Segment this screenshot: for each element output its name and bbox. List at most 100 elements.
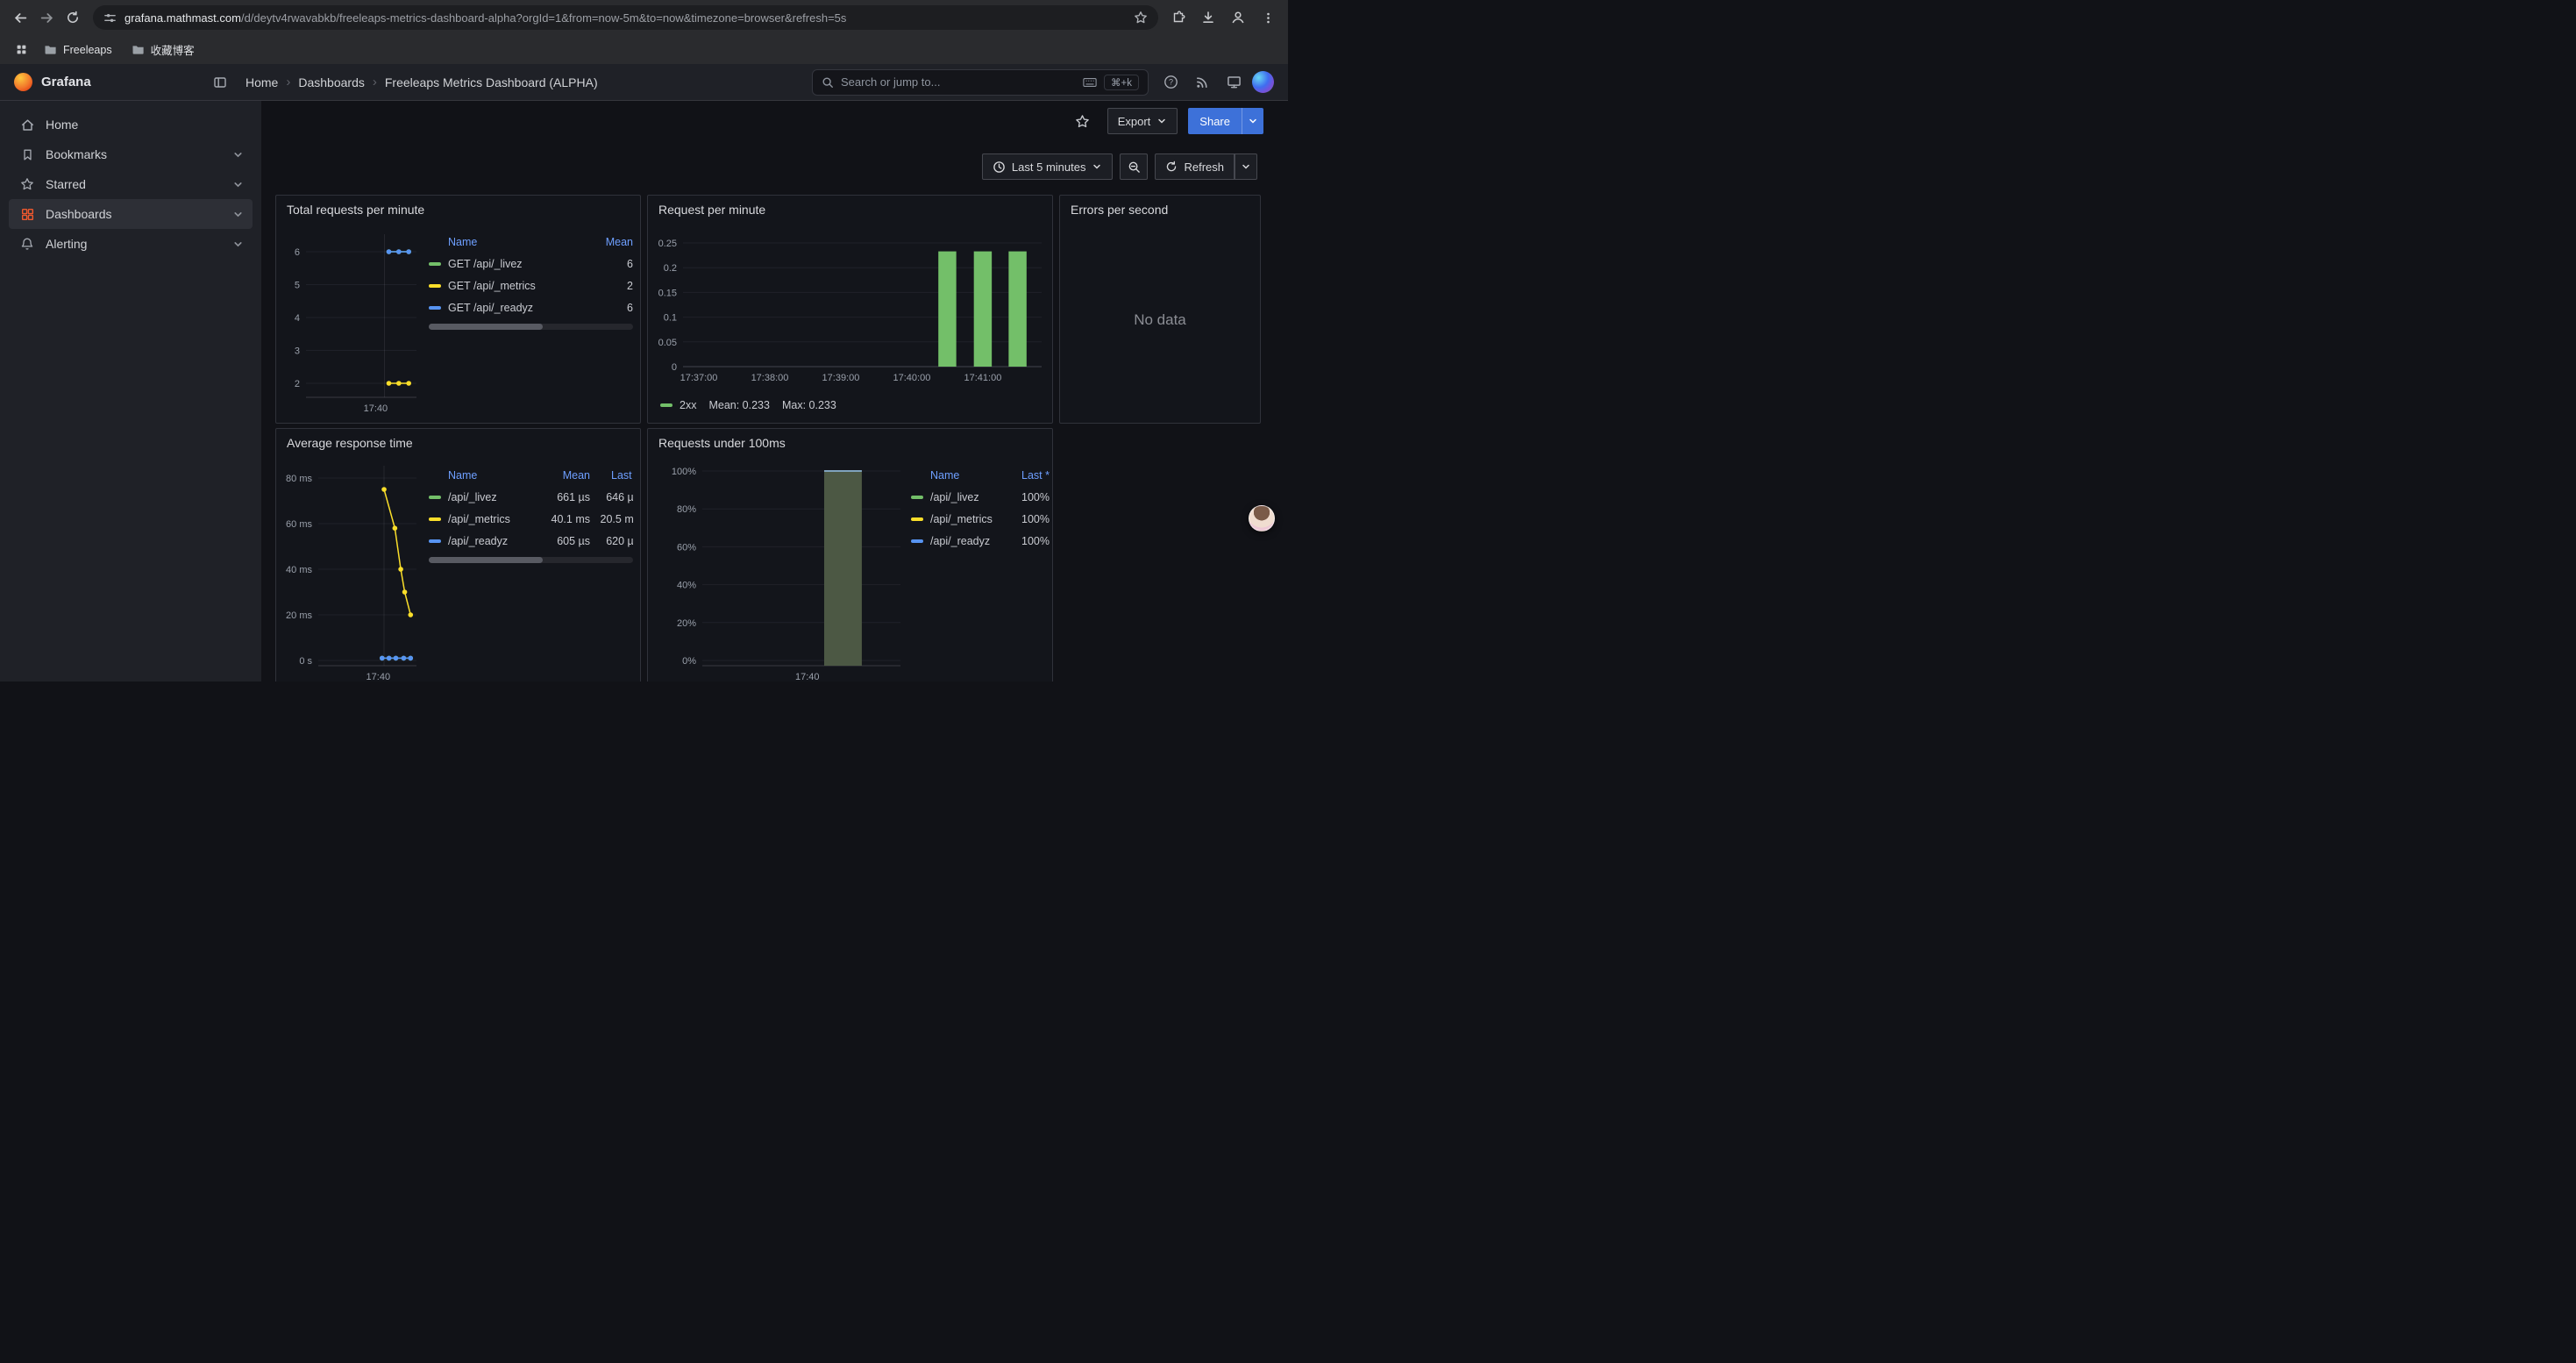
panel-title[interactable]: Total requests per minute — [276, 196, 640, 224]
reload-button[interactable] — [60, 4, 86, 31]
sidebar-item-bookmarks[interactable]: Bookmarks — [9, 139, 253, 169]
grafana-header: Grafana Home › Dashboards › Freeleaps Me… — [0, 64, 1288, 101]
legend-scrollbar[interactable] — [429, 324, 633, 330]
breadcrumb-current: Freeleaps Metrics Dashboard (ALPHA) — [385, 75, 598, 89]
grafana-logo[interactable] — [14, 73, 32, 91]
screen: grafana.mathmast.com/d/deytv4rwavabkb/fr… — [0, 0, 1288, 682]
sidebar-item-home[interactable]: Home — [9, 110, 253, 139]
svg-text:17:38:00: 17:38:00 — [751, 373, 789, 383]
breadcrumb: Home › Dashboards › Freeleaps Metrics Da… — [246, 75, 598, 89]
monitor-icon[interactable] — [1220, 69, 1247, 96]
panel-total-requests-per-minute: Total requests per minute 6543217:40 Nam… — [275, 195, 641, 424]
address-bar[interactable]: grafana.mathmast.com/d/deytv4rwavabkb/fr… — [93, 5, 1158, 30]
panel-title[interactable]: Request per minute — [648, 196, 1052, 224]
clock-icon — [993, 161, 1006, 174]
svg-text:80 ms: 80 ms — [286, 474, 312, 484]
refresh-label: Refresh — [1184, 161, 1224, 174]
bookmark-folder-freeleaps[interactable]: Freeleaps — [37, 41, 119, 59]
total-requests-chart[interactable]: 6543217:40 — [281, 225, 422, 420]
chevron-down-icon[interactable] — [232, 179, 244, 190]
legend-table[interactable]: NameMeanGET /api/_livez6GET /api/_metric… — [429, 231, 633, 320]
sidebar-collapse-icon[interactable] — [207, 69, 233, 96]
series-mean: Mean: 0.233 — [708, 399, 770, 411]
favorite-star-icon[interactable] — [1069, 108, 1097, 134]
sidebar-item-label: Dashboards — [46, 207, 112, 221]
chevron-down-icon[interactable] — [232, 149, 244, 161]
breadcrumb-dashboards[interactable]: Dashboards — [298, 75, 365, 89]
average-response-time-chart[interactable]: 80 ms60 ms40 ms20 ms0 s17:40 — [281, 459, 422, 682]
bookmark-folder-blogs[interactable]: 收藏博客 — [125, 39, 202, 61]
bell-icon — [19, 237, 35, 251]
url-path: /d/deytv4rwavabkb/freeleaps-metrics-dash… — [241, 11, 846, 25]
browser-toolbar: grafana.mathmast.com/d/deytv4rwavabkb/fr… — [0, 0, 1288, 35]
sidebar-item-label: Bookmarks — [46, 147, 107, 161]
header-icons: ? — [1157, 69, 1274, 96]
legend-table[interactable]: NameLast */api/_livez100%/api/_metrics10… — [911, 464, 1050, 553]
svg-text:20 ms: 20 ms — [286, 610, 312, 621]
panel-title[interactable]: Errors per second — [1060, 196, 1260, 224]
bookmark-star-icon[interactable] — [1134, 11, 1148, 25]
svg-text:40%: 40% — [677, 581, 696, 591]
svg-text:17:40: 17:40 — [795, 672, 820, 682]
export-label: Export — [1118, 115, 1151, 128]
dashboard-content: Export Share Last 5 minu — [261, 101, 1288, 682]
requests-under-100ms-chart[interactable]: 100%80%60%40%20%0%17:40 — [653, 459, 907, 682]
sidebar-item-dashboards[interactable]: Dashboards — [9, 199, 253, 229]
svg-text:80%: 80% — [677, 504, 696, 515]
legend-table[interactable]: NameMeanLast */api/_livez661 µs646 µs/ap… — [429, 464, 633, 553]
share-button[interactable]: Share — [1188, 108, 1242, 134]
user-avatar[interactable] — [1252, 71, 1274, 93]
panel-title[interactable]: Requests under 100ms — [648, 429, 1052, 457]
folder-icon — [132, 44, 145, 55]
extensions-icon[interactable] — [1165, 4, 1192, 31]
forward-button[interactable] — [33, 4, 60, 31]
search-input[interactable] — [841, 75, 1076, 89]
scrollbar-thumb[interactable] — [429, 324, 543, 330]
floating-assistant-avatar[interactable] — [1249, 505, 1275, 532]
help-icon[interactable]: ? — [1157, 69, 1184, 96]
bookmark-folder-label: Freeleaps — [63, 44, 112, 56]
home-icon — [19, 118, 35, 132]
sidebar-item-starred[interactable]: Starred — [9, 169, 253, 199]
chevron-down-icon[interactable] — [232, 239, 244, 250]
folder-icon — [44, 44, 57, 55]
downloads-icon[interactable] — [1195, 4, 1221, 31]
panel-title[interactable]: Average response time — [276, 429, 640, 457]
sidebar-item-alerting[interactable]: Alerting — [9, 229, 253, 259]
sidebar-item-label: Alerting — [46, 237, 87, 251]
series-name[interactable]: 2xx — [680, 399, 696, 411]
svg-text:17:40: 17:40 — [366, 672, 391, 682]
no-data-message: No data — [1060, 311, 1260, 329]
scrollbar-thumb[interactable] — [429, 557, 543, 563]
svg-text:?: ? — [1168, 78, 1172, 87]
site-settings-icon[interactable] — [103, 11, 117, 25]
legend-series[interactable]: 2xx — [660, 399, 696, 411]
export-button[interactable]: Export — [1107, 108, 1178, 134]
sidebar: Home Bookmarks Starred Dashbo — [0, 101, 261, 682]
svg-text:60 ms: 60 ms — [286, 519, 312, 530]
refresh-button[interactable]: Refresh — [1155, 153, 1235, 180]
sidebar-item-label: Starred — [46, 177, 86, 191]
bookmark-icon — [19, 148, 35, 161]
dashboard-actions: Export Share — [1069, 108, 1263, 134]
news-rss-icon[interactable] — [1189, 69, 1215, 96]
svg-text:2: 2 — [295, 379, 300, 389]
breadcrumb-home[interactable]: Home — [246, 75, 278, 89]
apps-grid-icon[interactable] — [11, 39, 32, 61]
zoom-out-button[interactable] — [1120, 153, 1148, 180]
refresh-interval-caret[interactable] — [1235, 153, 1257, 180]
chevron-down-icon[interactable] — [232, 209, 244, 220]
profile-icon[interactable] — [1225, 4, 1251, 31]
svg-text:6: 6 — [295, 247, 300, 258]
svg-text:0.05: 0.05 — [658, 338, 677, 348]
legend-scrollbar[interactable] — [429, 557, 633, 563]
share-dropdown-caret[interactable] — [1242, 108, 1263, 134]
search-box[interactable]: ⌘+k — [812, 69, 1149, 96]
svg-text:17:41:00: 17:41:00 — [964, 373, 1002, 383]
request-per-minute-chart[interactable]: 0.250.20.150.10.05017:37:0017:38:0017:39… — [653, 225, 1049, 389]
time-range-picker[interactable]: Last 5 minutes — [982, 153, 1114, 180]
menu-dots-icon[interactable] — [1255, 4, 1281, 31]
back-button[interactable] — [7, 4, 33, 31]
panel-average-response-time: Average response time 80 ms60 ms40 ms20 … — [275, 428, 641, 682]
share-split-button: Share — [1188, 108, 1263, 134]
